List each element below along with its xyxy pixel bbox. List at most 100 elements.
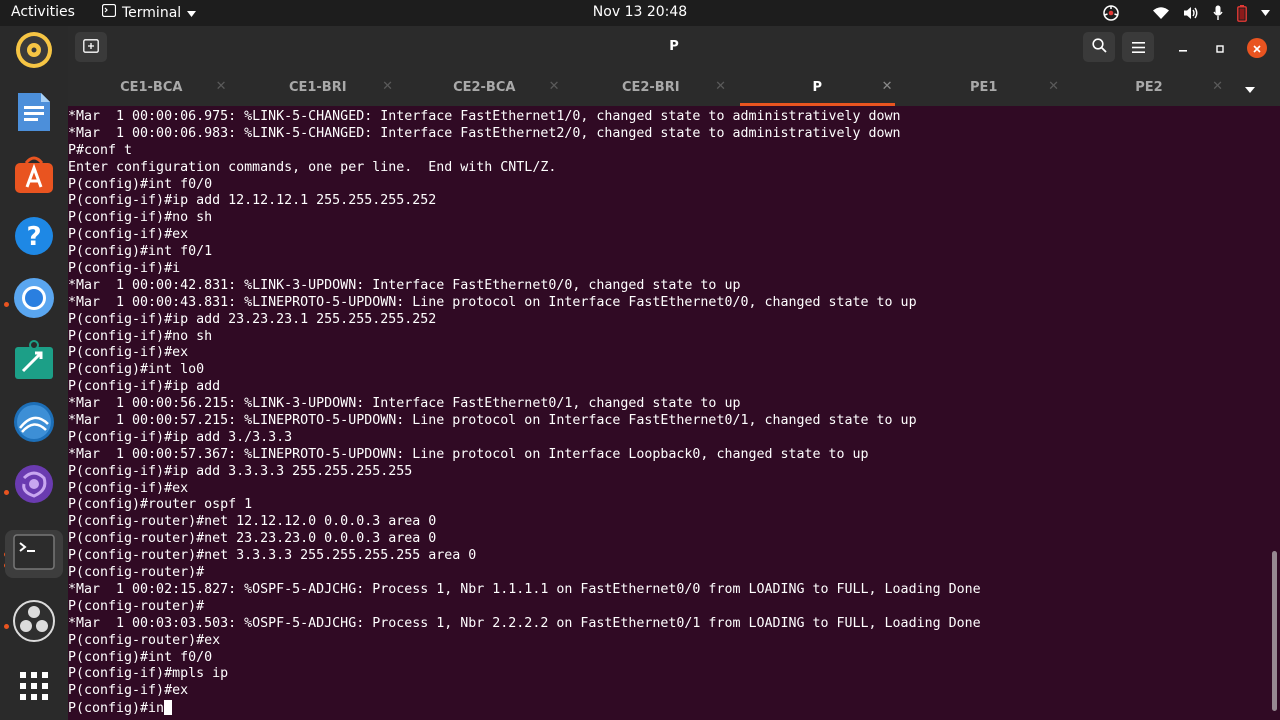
terminal-line: P(config-if)#mpls ip	[68, 666, 229, 682]
terminal-line: P(config-if)#ip add	[68, 379, 221, 395]
app-menu-label: Terminal	[122, 4, 182, 21]
battery-icon[interactable]	[1237, 4, 1247, 22]
tab-close-icon[interactable]: ✕	[1048, 79, 1059, 94]
minimize-button[interactable]	[1173, 38, 1193, 58]
wifi-icon[interactable]	[1153, 6, 1169, 20]
hamburger-menu-icon	[1131, 38, 1145, 57]
terminal-line: *Mar 1 00:00:42.831: %LINK-3-UPDOWN: Int…	[68, 277, 741, 293]
search-button[interactable]	[1083, 32, 1115, 62]
ubuntu-software-icon	[13, 153, 55, 199]
chevron-down-icon	[187, 5, 197, 21]
show-applications-icon	[19, 671, 49, 705]
dock-item-show-applications[interactable]	[10, 664, 58, 712]
dock-item-terminal[interactable]	[5, 530, 63, 578]
prompt-text: P(config)#in	[68, 701, 165, 717]
dock-item-gns3[interactable]	[10, 462, 58, 510]
close-button[interactable]	[1247, 38, 1267, 58]
maximize-button[interactable]	[1210, 38, 1230, 58]
dock-item-rhythmbox[interactable]	[10, 28, 58, 76]
tab-label: P	[812, 80, 823, 95]
terminal-line: P(config-router)#	[68, 598, 205, 614]
terminal-line: P(config-if)#ex	[68, 683, 189, 699]
obs-icon	[12, 599, 56, 647]
microphone-icon[interactable]	[1213, 5, 1223, 21]
terminal-line: P(config)#int lo0	[68, 362, 205, 378]
app-menu[interactable]: Terminal	[101, 3, 197, 21]
terminal-line: P(config-if)#ip add 3./3.3.3	[68, 429, 293, 445]
menu-button[interactable]	[1122, 32, 1154, 62]
window-titlebar[interactable]: P	[68, 26, 1280, 69]
dock-item-packet-tracer[interactable]	[10, 338, 58, 386]
gns3-icon	[12, 462, 56, 510]
dock-item-writer[interactable]	[10, 90, 58, 138]
tab-ce1-bri[interactable]: CE1-BRI ✕	[235, 69, 402, 106]
terminal-line: *Mar 1 00:00:56.215: %LINK-3-UPDOWN: Int…	[68, 396, 741, 412]
tab-close-icon[interactable]: ✕	[882, 79, 893, 94]
top-bar: Activities Terminal Nov 13 20:48	[0, 0, 1280, 26]
terminal-line: P(config-if)#ip add 12.12.12.1 255.255.2…	[68, 193, 437, 209]
terminal-line: P(config)#int f0/0	[68, 176, 213, 192]
terminal-line: P(config-if)#no sh	[68, 328, 213, 344]
terminal-line: Enter configuration commands, one per li…	[68, 159, 557, 175]
terminal-prompt-line[interactable]: P(config)#in	[68, 700, 981, 717]
terminal-line: P(config-if)#no sh	[68, 210, 213, 226]
terminal-line: P(config-if)#ip add 23.23.23.1 255.255.2…	[68, 311, 437, 327]
chevron-down-icon	[1244, 78, 1255, 97]
tab-close-icon[interactable]: ✕	[216, 79, 227, 94]
tab-list-dropdown[interactable]	[1231, 69, 1268, 106]
tab-close-icon[interactable]: ✕	[549, 79, 560, 94]
terminal-line: P(config)#int f0/1	[68, 244, 213, 260]
tab-close-icon[interactable]: ✕	[1212, 79, 1223, 94]
svg-text:?: ?	[26, 222, 41, 252]
activities-button[interactable]: Activities	[11, 4, 75, 20]
terminal-line: *Mar 1 00:00:06.983: %LINK-5-CHANGED: In…	[68, 125, 901, 141]
volume-icon[interactable]	[1183, 6, 1199, 20]
tab-ce2-bca[interactable]: CE2-BCA ✕	[401, 69, 568, 106]
terminal-output[interactable]: *Mar 1 00:00:06.975: %LINK-5-CHANGED: In…	[68, 106, 1280, 720]
tab-label: CE1-BCA	[120, 80, 183, 95]
tab-label: CE1-BRI	[288, 80, 347, 95]
minimize-icon	[1178, 39, 1188, 58]
terminal-line: P(config-if)#ex	[68, 345, 189, 361]
dock-item-ubuntu-software[interactable]	[10, 152, 58, 200]
terminal-line: P(config-router)#ex	[68, 632, 221, 648]
tab-label: CE2-BRI	[621, 80, 680, 95]
dock-item-help[interactable]: ?	[10, 214, 58, 262]
tab-label: PE2	[1135, 80, 1163, 95]
tab-close-icon[interactable]: ✕	[715, 79, 726, 94]
libreoffice-writer-icon	[15, 91, 53, 137]
terminal-line: P(config-router)#net 23.23.23.0 0.0.0.3 …	[68, 531, 437, 547]
tab-pe2[interactable]: PE2 ✕	[1067, 69, 1231, 106]
terminal-line: P(config)#router ospf 1	[68, 497, 253, 513]
update-notifier-icon[interactable]	[1103, 5, 1119, 21]
rhythmbox-icon	[14, 30, 54, 74]
terminal-line: *Mar 1 00:00:57.367: %LINEPROTO-5-UPDOWN…	[68, 446, 869, 462]
scrollbar[interactable]	[1272, 551, 1277, 711]
terminal-line: P#conf t	[68, 142, 133, 158]
dock-item-obs[interactable]	[10, 599, 58, 647]
dock-item-chromium[interactable]	[10, 276, 58, 324]
tab-ce1-bca[interactable]: CE1-BCA ✕	[68, 69, 235, 106]
terminal-line: *Mar 1 00:00:43.831: %LINEPROTO-5-UPDOWN…	[68, 294, 917, 310]
terminal-line: *Mar 1 00:00:06.975: %LINK-5-CHANGED: In…	[68, 109, 901, 124]
help-icon: ?	[13, 215, 55, 261]
maximize-icon	[1215, 39, 1225, 58]
tab-pe1[interactable]: PE1 ✕	[901, 69, 1068, 106]
chromium-icon	[12, 276, 56, 324]
terminal-line: P(config-router)#net 3.3.3.3 255.255.255…	[68, 548, 477, 564]
dock-item-wireshark[interactable]	[10, 400, 58, 448]
close-icon	[1252, 39, 1262, 58]
terminal-icon	[13, 534, 55, 574]
dock: ?	[0, 26, 68, 720]
tab-label: PE1	[970, 80, 998, 95]
terminal-line: P(config)#int f0/0	[68, 649, 213, 665]
clock[interactable]: Nov 13 20:48	[593, 4, 687, 20]
tab-p[interactable]: P ✕	[734, 69, 901, 106]
system-tray[interactable]	[1103, 3, 1270, 23]
terminal-line: P(config-if)#ex	[68, 480, 189, 496]
tab-close-icon[interactable]: ✕	[382, 79, 393, 94]
tab-bar: CE1-BCA ✕ CE1-BRI ✕ CE2-BCA ✕ CE2-BRI ✕ …	[68, 69, 1280, 106]
chevron-down-icon[interactable]	[1261, 10, 1270, 16]
tab-ce2-bri[interactable]: CE2-BRI ✕	[568, 69, 735, 106]
terminal-line: *Mar 1 00:03:03.503: %OSPF-5-ADJCHG: Pro…	[68, 615, 981, 631]
